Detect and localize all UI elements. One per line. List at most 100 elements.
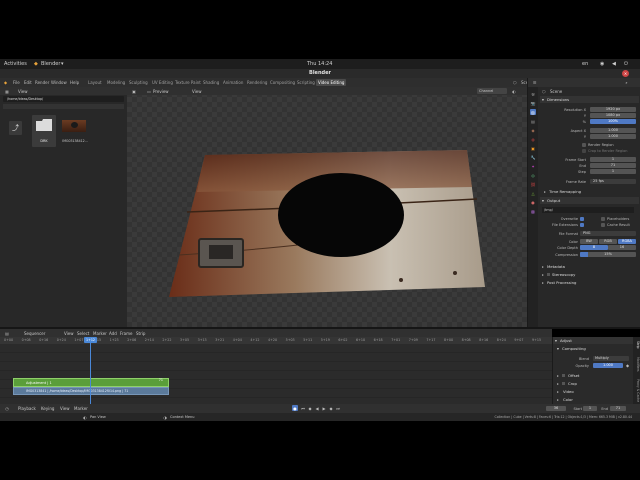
end-field[interactable]: 71 [610,406,626,411]
blender-logo-icon[interactable]: ◆ [4,80,7,85]
preview-area[interactable]: ▣ ▭ Preview View Channel ◐ [127,87,527,327]
seq-menu-strip[interactable]: Strip [136,331,145,336]
locale-indicator[interactable]: en [582,61,588,67]
resolution-y-field[interactable]: 1080 px [590,113,636,118]
color-depth-8-button[interactable]: 8 [580,245,608,250]
post-processing-section-header[interactable]: ▸ Post Processing [540,280,639,286]
adjust-section-header[interactable]: ▾ Adjust [553,337,633,344]
constraint-icon[interactable]: ⛓ [530,181,536,187]
output-path-field[interactable]: /tmp/ [542,207,634,213]
tab-animation[interactable]: Animation [221,79,245,86]
data-icon[interactable]: △ [530,190,536,196]
compression-slider[interactable]: 15% [580,252,636,257]
crop-checkbox[interactable] [582,149,586,153]
editor-type-icon[interactable]: ◷ [3,405,11,412]
tab-uv-editing[interactable]: UV Editing [150,79,175,86]
keying-menu[interactable]: Keying [41,406,54,411]
search-icon[interactable]: ⌕ [623,79,630,86]
tab-shading[interactable]: Shading [201,79,221,86]
jump-end-icon[interactable]: ⏭ [335,405,341,411]
play-icon[interactable]: ▶ [321,405,327,411]
marker-menu[interactable]: Marker [74,406,88,411]
editor-type-icon[interactable]: ▦ [3,88,11,94]
channel-selector[interactable]: Channel [477,88,507,94]
compositing-section-header[interactable]: ▾ Compositing [555,346,633,352]
prev-keyframe-icon[interactable]: ◆ [307,405,313,411]
particles-icon[interactable]: ✦ [530,163,536,169]
menu-render[interactable]: Render [35,80,49,85]
path-field[interactable]: /home/ideas/Desktop/ [7,97,43,101]
image-strip[interactable]: IMG0313841 | /home/ideas/Desktop/IMG0313… [13,387,169,395]
menu-file[interactable]: File [13,80,20,85]
time-remapping-section-header[interactable]: ▸ Time Remapping [540,188,639,195]
view-layer-icon[interactable]: ▤ [530,118,536,124]
tab-modifiers[interactable]: Modifiers [634,357,640,372]
close-icon[interactable]: × [622,70,629,77]
tab-modeling[interactable]: Modeling [105,79,127,86]
color-bw-button[interactable]: BW [580,239,598,244]
file-extensions-checkbox[interactable] [580,223,584,227]
tab-strip[interactable]: Strip [634,341,640,349]
editor-type-icon[interactable]: ▣ [130,88,138,94]
view-menu[interactable]: View [60,406,70,411]
frame-end-field[interactable]: 71 [590,163,636,168]
object-icon[interactable]: ▣ [530,145,536,151]
frame-step-field[interactable]: 1 [590,169,636,174]
editor-type-icon[interactable]: ☰ [531,79,538,86]
resolution-percent-field[interactable]: 100% [590,119,636,124]
list-item[interactable]: IMG03138412... [60,115,88,147]
preview-mode-selector[interactable]: Preview [153,89,169,94]
list-item[interactable]: DRK [32,115,56,147]
offset-checkbox[interactable] [562,374,565,377]
aspect-x-field[interactable]: 1.000 [590,128,636,133]
stereoscopy-section-header[interactable]: ▸ Stereoscopy [540,272,639,278]
crop-section-header[interactable]: ▸ Crop [557,381,633,387]
tab-layout[interactable]: Layout [86,79,104,86]
sequencer-mode-selector[interactable]: Sequencer [24,331,45,336]
file-view-menu[interactable]: View [18,89,28,94]
clock[interactable]: Thu 14:24 [307,61,332,67]
playhead-frame[interactable]: 1+12 [84,337,97,343]
resolution-x-field[interactable]: 1920 px [590,107,636,112]
track-area[interactable] [0,344,552,404]
adjustment-strip[interactable]: Adjustment | 1 71 [13,378,169,387]
material-icon[interactable]: ● [530,199,536,205]
render-icon[interactable]: 📷 [530,100,536,106]
editor-type-icon[interactable]: ▤ [3,330,11,336]
list-item[interactable]: ⤴ [5,119,27,149]
seq-menu-marker[interactable]: Marker [93,331,107,336]
metadata-section-header[interactable]: ▸ Metadata [540,264,639,270]
jump-start-icon[interactable]: ⏮ [300,405,306,411]
menu-help[interactable]: Help [70,80,79,85]
keyframe-icon[interactable]: ◆ [625,363,630,368]
aspect-y-field[interactable]: 1.000 [590,134,636,139]
render-region-checkbox[interactable] [582,143,586,147]
output-section-header[interactable]: ▾ Output [540,197,639,204]
preview-view-menu[interactable]: View [192,89,202,94]
tab-proxy-cache[interactable]: Proxy & Cache [634,379,640,402]
seq-menu-select[interactable]: Select [77,331,89,336]
frame-start-field[interactable]: 1 [590,157,636,162]
tab-rendering[interactable]: Rendering [245,79,269,86]
tool-icon[interactable]: ⚒ [530,91,536,97]
app-menu-button[interactable]: Blender [41,61,60,67]
tab-video-editing[interactable]: Video Editing [316,79,347,86]
cache-result-checkbox[interactable] [601,223,605,227]
color-depth-16-button[interactable]: 16 [608,245,636,250]
tab-texture-paint[interactable]: Texture Paint [173,79,203,86]
play-reverse-icon[interactable]: ◀ [314,405,320,411]
scene-icon[interactable]: ◈ [530,127,536,133]
record-icon[interactable]: ● [292,405,298,411]
menu-window[interactable]: Window [51,80,67,85]
tab-sculpting[interactable]: Sculpting [127,79,150,86]
blend-select[interactable]: Multiply [593,356,629,361]
seq-menu-view[interactable]: View [64,331,74,336]
power-icon[interactable]: ⏻ [624,61,628,67]
video-section-header[interactable]: ▸ Video [557,389,633,395]
playback-menu[interactable]: Playback [18,406,36,411]
physics-icon[interactable]: ◎ [530,172,536,178]
world-icon[interactable]: ◍ [530,136,536,142]
menu-edit[interactable]: Edit [24,80,32,85]
time-ruler[interactable]: 0+000+080+160+241+071+151+232+062+142+22… [0,337,552,344]
start-field[interactable]: 1 [583,406,597,411]
